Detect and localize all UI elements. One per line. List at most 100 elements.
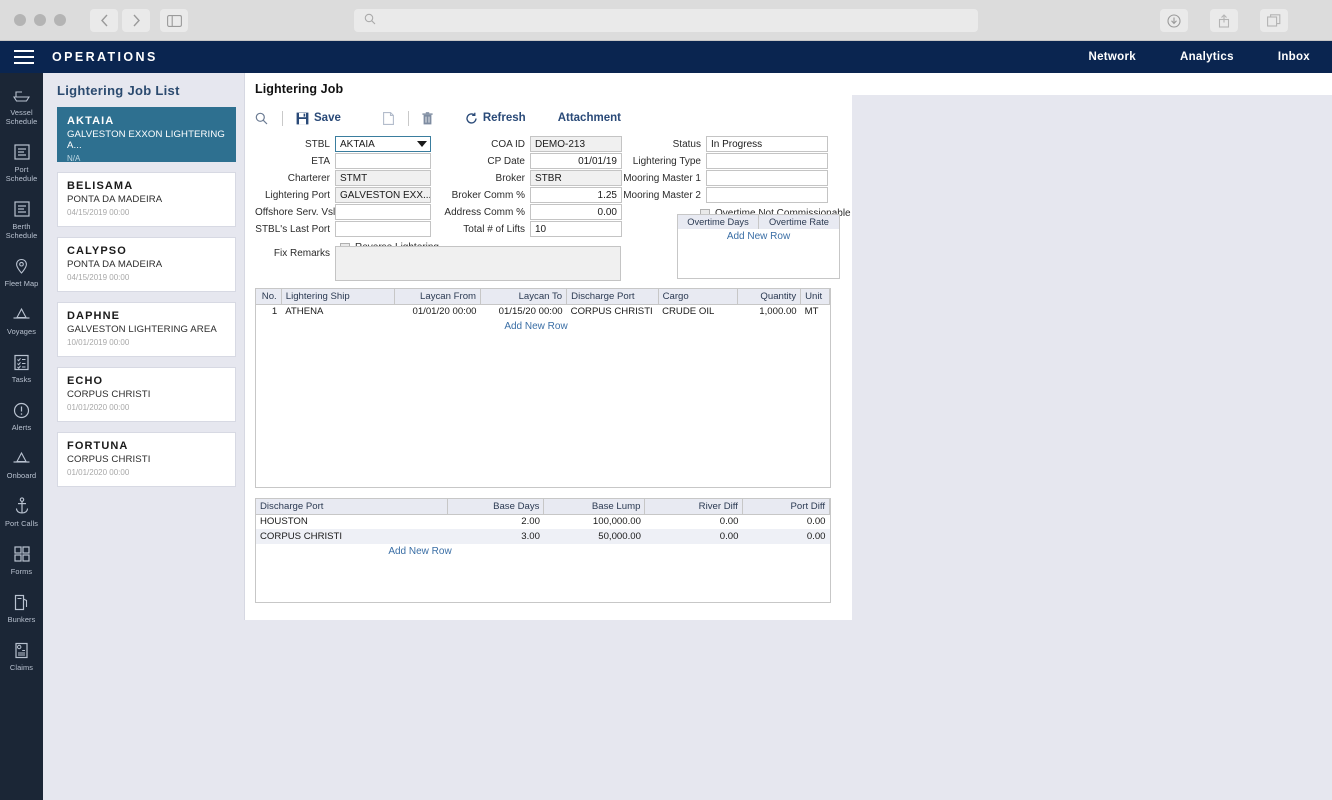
label-mooring-master-1: Mooring Master 1: [623, 172, 701, 184]
input-coa-id[interactable]: DEMO-213: [530, 136, 622, 152]
download-button[interactable]: [1160, 9, 1188, 32]
sidebar-label-claims: Claims: [9, 663, 34, 672]
sidebar-item-claims[interactable]: Claims: [0, 640, 43, 672]
minimize-window-button[interactable]: [34, 14, 46, 26]
job-name: ECHO: [67, 375, 104, 387]
list-item[interactable]: AKTAIA GALVESTON EXXON LIGHTERING A... N…: [57, 107, 236, 163]
close-window-button[interactable]: [14, 14, 26, 26]
input-total-lifts[interactable]: 10: [530, 221, 622, 237]
overtime-add-new-row-link[interactable]: Add New Row: [678, 229, 839, 242]
value-cp-date: 01/01/19: [578, 155, 617, 167]
sidebar-item-port-schedule[interactable]: Port Schedule: [0, 142, 43, 183]
input-fix-remarks[interactable]: [335, 246, 621, 281]
input-mooring-master-2[interactable]: [706, 187, 828, 203]
table-row[interactable]: 1 ATHENA 01/01/20 00:00 01/15/20 00:00 C…: [256, 304, 830, 319]
list-item[interactable]: BELISAMA PONTA DA MADEIRA 04/15/2019 00:…: [57, 172, 236, 227]
input-lightering-type[interactable]: [706, 153, 828, 169]
input-stbl[interactable]: AKTAIA: [335, 136, 431, 152]
refresh-button[interactable]: Refresh: [465, 112, 526, 125]
form-column-left: STBL AKTAIA ETA Charterer STMT Lighterin…: [255, 136, 439, 253]
maximize-window-button[interactable]: [54, 14, 66, 26]
field-broker-comm[interactable]: Broker Comm % 1.25: [432, 187, 622, 203]
input-lightering-port[interactable]: GALVESTON EXX...: [335, 187, 431, 203]
claims-icon: [14, 640, 29, 660]
sidebar-toggle-button[interactable]: [160, 9, 188, 32]
field-offshore-serv-vsl[interactable]: Offshore Serv. Vsl.: [255, 204, 439, 220]
header-nav[interactable]: Network Analytics Inbox: [1089, 51, 1332, 63]
grid1-add-new-row-link[interactable]: Add New Row: [256, 319, 816, 332]
field-lightering-type[interactable]: Lightering Type: [620, 153, 851, 169]
input-offshore-serv-vsl[interactable]: [335, 204, 431, 220]
field-eta[interactable]: ETA: [255, 153, 439, 169]
field-charterer[interactable]: Charterer STMT: [255, 170, 439, 186]
field-cp-date[interactable]: CP Date 01/01/19: [432, 153, 622, 169]
sidebar-item-port-calls[interactable]: Port Calls: [0, 496, 43, 528]
table-row[interactable]: HOUSTON 2.00 100,000.00 0.00 0.00: [256, 514, 830, 529]
list-item[interactable]: DAPHNE GALVESTON LIGHTERING AREA 10/01/2…: [57, 302, 236, 357]
sidebar-item-bunkers[interactable]: Bunkers: [0, 592, 43, 624]
hamburger-menu-icon[interactable]: [14, 50, 34, 64]
sidebar-item-berth-schedule[interactable]: Berth Schedule: [0, 199, 43, 240]
input-broker[interactable]: STBR: [530, 170, 622, 186]
list-item[interactable]: ECHO CORPUS CHRISTI 01/01/2020 00:00: [57, 367, 236, 422]
label-coa-id: COA ID: [491, 138, 525, 150]
input-eta[interactable]: [335, 153, 431, 169]
label-lightering-type: Lightering Type: [632, 155, 701, 167]
input-charterer[interactable]: STMT: [335, 170, 431, 186]
nav-analytics[interactable]: Analytics: [1180, 51, 1234, 63]
cell-base-lump: 100,000.00: [592, 516, 641, 528]
table-row[interactable]: CORPUS CHRISTI 3.00 50,000.00 0.00 0.00: [256, 529, 830, 544]
list-item[interactable]: FORTUNA CORPUS CHRISTI 01/01/2020 00:00: [57, 432, 236, 487]
field-mooring-master-2[interactable]: Mooring Master 2: [620, 187, 851, 203]
discharge-port-grid: Discharge Port Base Days Base Lump River…: [255, 498, 831, 603]
value-broker: STBR: [535, 172, 562, 184]
field-lightering-port[interactable]: Lightering Port GALVESTON EXX...: [255, 187, 439, 203]
field-address-comm[interactable]: Address Comm % 0.00: [432, 204, 622, 220]
job-port: PONTA DA MADEIRA: [67, 194, 163, 205]
field-fix-remarks[interactable]: Fix Remarks: [255, 246, 621, 281]
forward-button[interactable]: [122, 9, 150, 32]
delete-button[interactable]: [422, 111, 433, 125]
field-status[interactable]: Status In Progress: [620, 136, 851, 152]
search-button[interactable]: [255, 112, 268, 125]
input-stbls-last-port[interactable]: [335, 221, 431, 237]
sidebar-item-fleet-map[interactable]: Fleet Map: [0, 256, 43, 288]
address-bar[interactable]: [354, 9, 978, 32]
sidebar-item-voyages[interactable]: Voyages: [0, 304, 43, 336]
tabs-button[interactable]: [1260, 9, 1288, 32]
attachment-button[interactable]: Attachment: [558, 112, 621, 124]
input-broker-comm[interactable]: 1.25: [530, 187, 622, 203]
copy-button[interactable]: [382, 111, 394, 125]
field-total-lifts[interactable]: Total # of Lifts 10: [432, 221, 622, 237]
sidebar-label-tasks: Tasks: [11, 375, 32, 384]
browser-nav-buttons[interactable]: [90, 9, 150, 32]
grid2-add-new-row-link[interactable]: Add New Row: [256, 544, 584, 557]
sidebar-item-tasks[interactable]: Tasks: [0, 352, 43, 384]
nav-network[interactable]: Network: [1089, 51, 1136, 63]
input-address-comm[interactable]: 0.00: [530, 204, 622, 220]
sidebar-item-forms[interactable]: Forms: [0, 544, 43, 576]
input-status[interactable]: In Progress: [706, 136, 828, 152]
back-button[interactable]: [90, 9, 118, 32]
sidebar-item-onboard[interactable]: Onboard: [0, 448, 43, 480]
field-stbls-last-port[interactable]: STBL's Last Port: [255, 221, 439, 237]
share-button[interactable]: [1210, 9, 1238, 32]
sidebar-item-alerts[interactable]: Alerts: [0, 400, 43, 432]
save-button[interactable]: Save: [296, 112, 341, 125]
browser-right-controls[interactable]: [1160, 9, 1288, 32]
field-stbl[interactable]: STBL AKTAIA: [255, 136, 439, 152]
field-coa-id[interactable]: COA ID DEMO-213: [432, 136, 622, 152]
sidebar-label-forms: Forms: [10, 567, 33, 576]
sidebar-item-vessel-schedule[interactable]: Vessel Schedule: [0, 85, 43, 126]
label-fix-remarks: Fix Remarks: [273, 248, 330, 259]
input-mooring-master-1[interactable]: [706, 170, 828, 186]
sidebar-label-fleet-map: Fleet Map: [4, 279, 39, 288]
field-mooring-master-1[interactable]: Mooring Master 1: [620, 170, 851, 186]
list-item[interactable]: CALYPSO PONTA DA MADEIRA 04/15/2019 00:0…: [57, 237, 236, 292]
window-controls[interactable]: [14, 14, 66, 26]
field-broker[interactable]: Broker STBR: [432, 170, 622, 186]
nav-inbox[interactable]: Inbox: [1278, 51, 1310, 63]
cell-laycan-to: 01/15/20 00:00: [498, 306, 563, 318]
job-list-title: Lightering Job List: [57, 83, 180, 98]
input-cp-date[interactable]: 01/01/19: [530, 153, 622, 169]
